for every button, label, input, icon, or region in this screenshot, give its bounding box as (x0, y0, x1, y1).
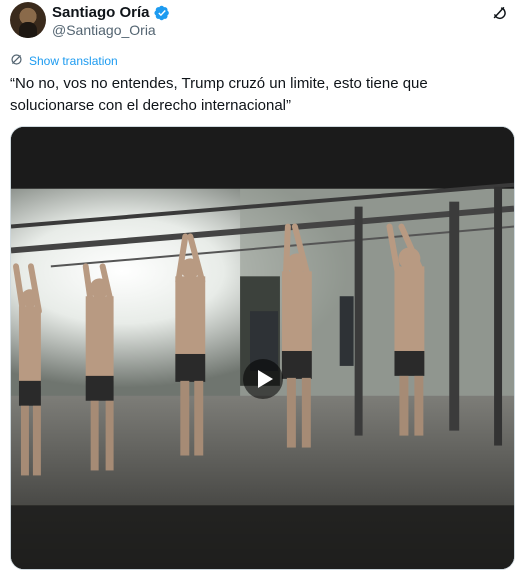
video-thumbnail (11, 127, 514, 569)
play-icon (257, 370, 273, 388)
author-name-row: Santiago Oría (52, 4, 170, 21)
grok-icon[interactable] (488, 2, 510, 24)
tweet-text: “No no, vos no entendes, Trump cruzó un … (10, 75, 428, 114)
verified-badge-icon (153, 5, 170, 21)
author-handle[interactable]: @Santiago_Oria (52, 22, 156, 38)
video-player[interactable] (10, 126, 515, 570)
avatar[interactable] (10, 2, 46, 38)
translate-icon (10, 53, 23, 69)
tweet-header: Santiago Oría @Santiago_Oria (10, 2, 510, 42)
play-button[interactable] (243, 359, 283, 399)
author-display-name[interactable]: Santiago Oría (52, 4, 150, 21)
show-translation-label[interactable]: Show translation (29, 54, 118, 68)
show-translation-link[interactable]: Show translation (10, 53, 118, 69)
